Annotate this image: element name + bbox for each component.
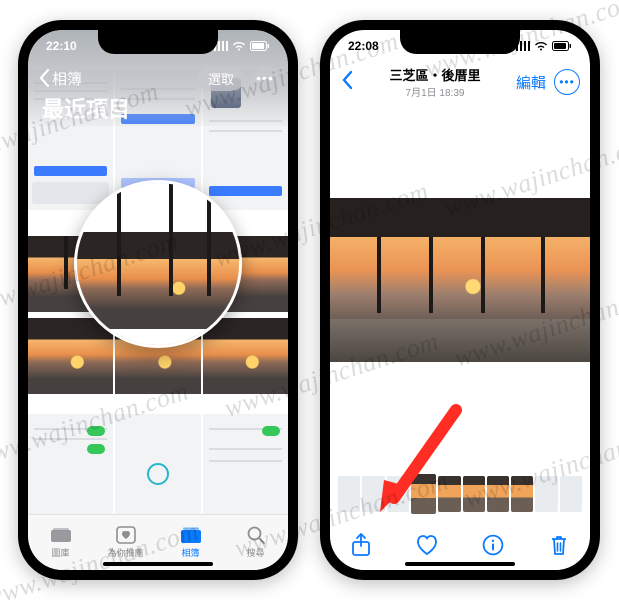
edit-button[interactable]: 編輯 [516, 72, 546, 93]
chevron-left-icon [340, 70, 354, 90]
back-label: 相簿 [52, 68, 82, 89]
tab-library[interactable]: 圖庫 [28, 515, 93, 570]
tab-label: 搜尋 [246, 546, 264, 559]
info-icon [482, 534, 504, 556]
screen-right: 22:08 三芝區・後厝里 7月1日 18:39 編輯 ••• [330, 30, 590, 570]
home-indicator[interactable] [103, 562, 213, 566]
like-button[interactable] [414, 532, 440, 558]
phone-right: 22:08 三芝區・後厝里 7月1日 18:39 編輯 ••• [320, 20, 600, 580]
more-button[interactable]: ••• [252, 65, 278, 91]
tab-search[interactable]: 搜尋 [223, 515, 288, 570]
filmstrip-thumb-selected[interactable] [411, 474, 437, 514]
albums-icon [180, 526, 202, 544]
trash-icon [549, 533, 569, 557]
status-time: 22:08 [348, 39, 379, 53]
filmstrip-thumb[interactable] [487, 476, 509, 512]
library-icon [50, 526, 72, 544]
page-title: 最近項目 [42, 92, 130, 124]
filmstrip[interactable] [338, 474, 582, 514]
share-icon [351, 533, 371, 557]
tab-label: 為你推薦 [107, 546, 143, 559]
grid-thumb[interactable] [115, 414, 200, 520]
photo-viewport[interactable] [330, 198, 590, 362]
heart-icon [415, 534, 439, 556]
status-icons [214, 41, 270, 52]
share-button[interactable] [348, 532, 374, 558]
grid-thumb[interactable] [28, 414, 113, 520]
filmstrip-thumb[interactable] [438, 476, 460, 512]
filmstrip-thumb[interactable] [463, 476, 485, 512]
tab-label: 圖庫 [51, 546, 69, 559]
notch [98, 30, 218, 54]
phone-left: 22:10 相簿 選取 ••• 最近項目 [18, 20, 298, 580]
filmstrip-thumb[interactable] [338, 476, 360, 512]
search-icon [245, 526, 267, 544]
status-time: 22:10 [46, 39, 77, 53]
battery-icon [552, 41, 572, 51]
home-indicator[interactable] [405, 562, 515, 566]
back-button[interactable] [340, 70, 354, 95]
photo-datetime: 7月1日 18:39 [354, 84, 516, 99]
back-button[interactable]: 相簿 [38, 68, 82, 89]
magnifier-overlay [74, 180, 242, 348]
tab-label: 相簿 [181, 546, 199, 559]
wifi-icon [534, 41, 548, 52]
status-icons [516, 41, 572, 52]
filmstrip-thumb[interactable] [387, 476, 409, 512]
filmstrip-thumb[interactable] [511, 476, 533, 512]
heart-square-icon [115, 526, 137, 544]
photo-location: 三芝區・後厝里 [354, 65, 516, 84]
notch [400, 30, 520, 54]
filmstrip-thumb[interactable] [362, 476, 384, 512]
wifi-icon [232, 41, 246, 52]
chevron-left-icon [38, 69, 50, 87]
delete-button[interactable] [546, 532, 572, 558]
filmstrip-thumb[interactable] [560, 476, 582, 512]
select-button[interactable]: 選取 [198, 66, 244, 91]
filmstrip-thumb[interactable] [535, 476, 557, 512]
title-area: 三芝區・後厝里 7月1日 18:39 [354, 65, 516, 99]
battery-icon [250, 41, 270, 51]
more-button[interactable]: ••• [554, 69, 580, 95]
grid-thumb[interactable] [203, 414, 288, 520]
info-button[interactable] [480, 532, 506, 558]
screen-left: 22:10 相簿 選取 ••• 最近項目 [28, 30, 288, 570]
nav-bar: 三芝區・後厝里 7月1日 18:39 編輯 ••• [330, 60, 590, 104]
